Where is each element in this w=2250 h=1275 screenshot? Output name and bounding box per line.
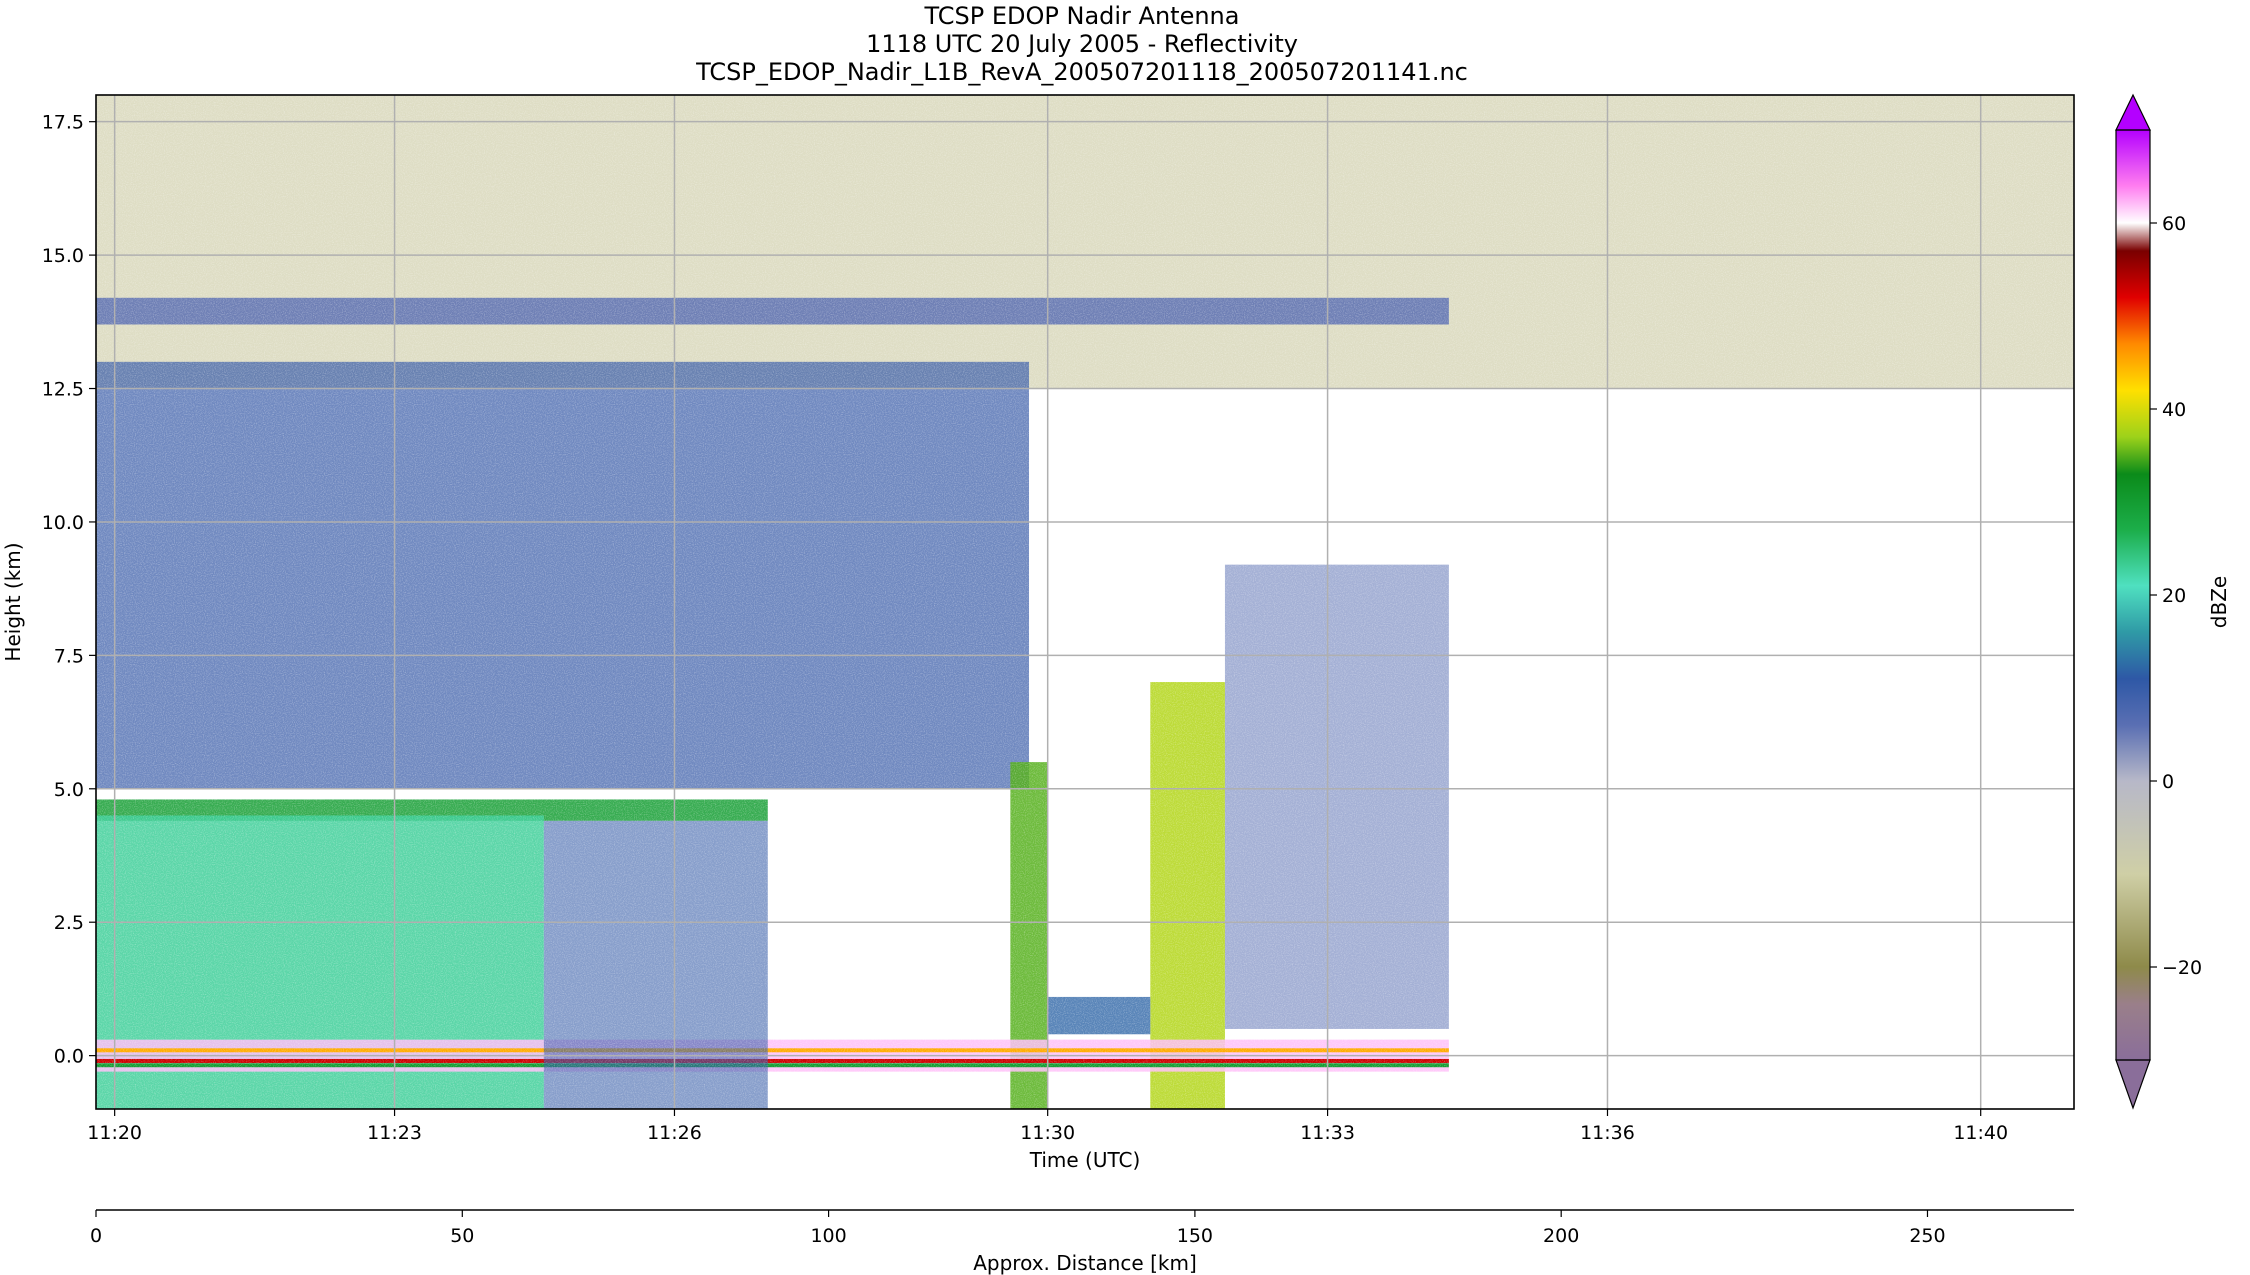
colorbar: −20 0 20 40 60 dBZe — [2115, 93, 2231, 1110]
distance-tick-label: 100 — [810, 1225, 846, 1247]
colorbar-tick-label: 60 — [2162, 213, 2186, 235]
y-tick-label: 2.5 — [54, 912, 84, 934]
plot-area — [96, 95, 2074, 1109]
x-axis-label: Time (UTC) — [1029, 1148, 1141, 1172]
chart-svg: 11:20 11:23 11:26 11:30 11:33 11:36 11:40 Time … — [1, 93, 2231, 1275]
colorbar-gradient — [2116, 130, 2150, 1060]
x-tick-label: 11:20 — [87, 1122, 142, 1144]
x-tick-label: 11:33 — [1300, 1122, 1355, 1144]
distance-tick-label: 200 — [1543, 1225, 1579, 1247]
distance-tick-label: 50 — [450, 1225, 474, 1247]
y-tick-label: 17.5 — [42, 112, 84, 134]
colorbar-extend-max — [2115, 93, 2151, 131]
y-tick-label: 7.5 — [54, 645, 84, 667]
x-tick-label: 11:30 — [1020, 1122, 1075, 1144]
distance-tick-label: 250 — [1909, 1225, 1945, 1247]
distance-tick-label: 0 — [90, 1225, 102, 1247]
colorbar-tick-label: 40 — [2162, 399, 2186, 421]
distance-tick-label: 150 — [1177, 1225, 1213, 1247]
colorbar-tick-label: 20 — [2162, 585, 2186, 607]
noise-texture — [96, 95, 2074, 1109]
y-tick-label: 12.5 — [42, 379, 84, 401]
distance-axis-label: Approx. Distance [km] — [973, 1251, 1197, 1275]
x-tick-label: 11:40 — [1953, 1122, 2008, 1144]
colorbar-tick-label: 0 — [2162, 771, 2174, 793]
colorbar-extend-min — [2115, 1059, 2151, 1110]
y-tick-label: 10.0 — [42, 512, 84, 534]
y-tick-label: 0.0 — [54, 1046, 84, 1068]
x-tick-label: 11:26 — [647, 1122, 702, 1144]
x-tick-label: 11:36 — [1580, 1122, 1635, 1144]
y-tick-label: 15.0 — [42, 245, 84, 267]
colorbar-label: dBZe — [2207, 576, 2231, 628]
y-axis-label: Height (km) — [1, 542, 25, 661]
x-tick-label: 11:23 — [367, 1122, 422, 1144]
y-tick-label: 5.0 — [54, 779, 84, 801]
colorbar-tick-label: −20 — [2162, 957, 2202, 979]
figure: TCSP EDOP Nadir Antenna 1118 UTC 20 July… — [0, 0, 2250, 1275]
